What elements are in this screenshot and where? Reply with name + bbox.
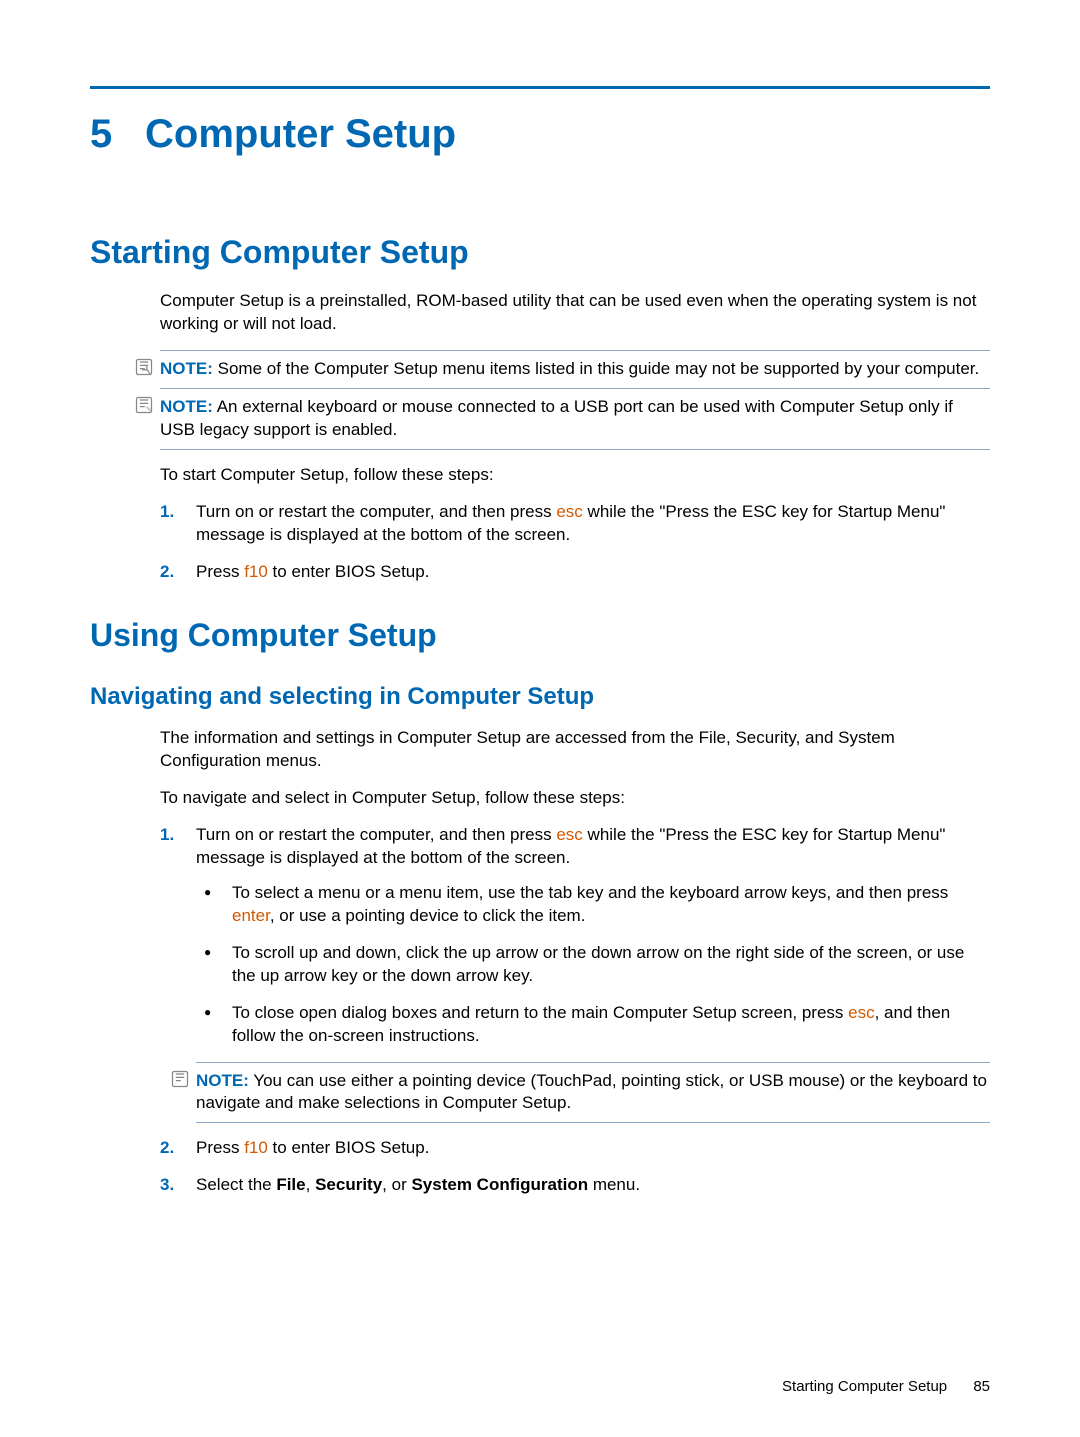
note-icon [134, 395, 154, 415]
nav-paragraph-2: To navigate and select in Computer Setup… [160, 787, 990, 810]
note-text-3: You can use either a pointing device (To… [196, 1071, 987, 1113]
note-text-2: An external keyboard or mouse connected … [160, 397, 953, 439]
chapter-title: 5Computer Setup [90, 107, 990, 161]
step-text: to enter BIOS Setup. [268, 1138, 430, 1157]
step-text: Select the [196, 1175, 276, 1194]
key-esc: esc [556, 502, 582, 521]
footer-section: Starting Computer Setup [782, 1378, 947, 1395]
steps-list-a: Turn on or restart the computer, and the… [160, 501, 990, 584]
heading-starting: Starting Computer Setup [90, 231, 990, 274]
note-block-3: NOTE: You can use either a pointing devi… [196, 1062, 990, 1124]
bullet-3: To close open dialog boxes and return to… [196, 1002, 990, 1048]
menu-system-config: System Configuration [411, 1175, 588, 1194]
note-label: NOTE: [160, 359, 213, 378]
heading-navigating: Navigating and selecting in Computer Set… [90, 681, 990, 713]
bullet-list: To select a menu or a menu item, use the… [196, 882, 990, 1048]
bullet-text: To close open dialog boxes and return to… [232, 1003, 848, 1022]
steps-list-b: Turn on or restart the computer, and the… [160, 824, 990, 1197]
step-b2: Press f10 to enter BIOS Setup. [160, 1137, 990, 1160]
step-text: to enter BIOS Setup. [268, 562, 430, 581]
step-b3: Select the File, Security, or System Con… [160, 1174, 990, 1197]
chapter-title-text: Computer Setup [145, 112, 456, 156]
key-f10: f10 [244, 562, 268, 581]
step-a1: Turn on or restart the computer, and the… [160, 501, 990, 547]
key-f10: f10 [244, 1138, 268, 1157]
step-text: , [306, 1175, 315, 1194]
note-block-2: NOTE: An external keyboard or mouse conn… [160, 389, 990, 450]
bullet-2: To scroll up and down, click the up arro… [196, 942, 990, 988]
note-label: NOTE: [160, 397, 213, 416]
step-text: Press [196, 1138, 244, 1157]
menu-security: Security [315, 1175, 382, 1194]
step-b1: Turn on or restart the computer, and the… [160, 824, 990, 1123]
menu-file: File [276, 1175, 305, 1194]
key-esc: esc [848, 1003, 874, 1022]
start-instructions: To start Computer Setup, follow these st… [160, 464, 990, 487]
key-enter: enter [232, 906, 270, 925]
chapter-number: 5 [90, 107, 145, 161]
step-text: Turn on or restart the computer, and the… [196, 502, 556, 521]
top-rule [90, 86, 990, 89]
heading-using: Using Computer Setup [90, 614, 990, 657]
page-number: 85 [973, 1378, 990, 1395]
nav-paragraph-1: The information and settings in Computer… [160, 727, 990, 773]
bullet-text: To select a menu or a menu item, use the… [232, 883, 948, 902]
step-a2: Press f10 to enter BIOS Setup. [160, 561, 990, 584]
step-text: Turn on or restart the computer, and the… [196, 825, 556, 844]
step-text: Press [196, 562, 244, 581]
note-icon [170, 1069, 190, 1089]
note-text-1: Some of the Computer Setup menu items li… [218, 359, 980, 378]
page-footer: Starting Computer Setup 85 [782, 1377, 990, 1397]
note-icon [134, 357, 154, 377]
bullet-text: , or use a pointing device to click the … [270, 906, 586, 925]
bullet-1: To select a menu or a menu item, use the… [196, 882, 990, 928]
note-label: NOTE: [196, 1071, 249, 1090]
intro-paragraph: Computer Setup is a preinstalled, ROM-ba… [160, 290, 990, 336]
note-block-1: NOTE: Some of the Computer Setup menu it… [160, 350, 990, 389]
step-text: menu. [588, 1175, 640, 1194]
key-esc: esc [556, 825, 582, 844]
step-text: , or [382, 1175, 411, 1194]
